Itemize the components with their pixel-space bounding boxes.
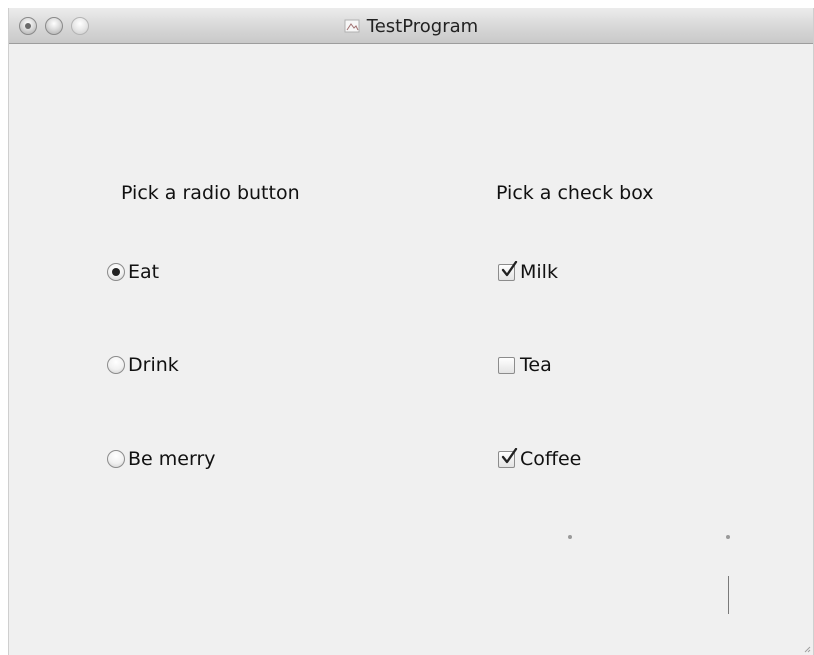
tiny-dot-marker — [568, 535, 572, 539]
radio-drink-label: Drink — [128, 354, 179, 376]
checkmark-icon — [501, 447, 518, 463]
radio-be-merry-label: Be merry — [128, 448, 216, 470]
radio-be-merry[interactable]: Be merry — [107, 448, 216, 470]
checkbox-milk[interactable]: Milk — [498, 260, 558, 283]
checkbox-coffee-label: Coffee — [520, 448, 582, 470]
app-window: TestProgram Pick a radio button Pick a c… — [8, 8, 814, 655]
checkbox-unchecked-icon[interactable] — [498, 356, 515, 374]
app-icon — [344, 19, 360, 33]
radio-unselected-icon[interactable] — [107, 356, 125, 374]
window-title: TestProgram — [9, 8, 813, 44]
title-bar[interactable]: TestProgram — [9, 8, 813, 44]
minimize-window-icon[interactable] — [45, 17, 63, 35]
checkbox-milk-label: Milk — [520, 261, 558, 283]
radio-eat-label: Eat — [128, 261, 160, 283]
close-window-icon[interactable] — [19, 17, 37, 35]
resize-grip-icon[interactable] — [804, 646, 811, 653]
checkbox-coffee[interactable]: Coffee — [498, 447, 582, 470]
checkmark-icon — [501, 260, 518, 276]
checkbox-tea[interactable]: Tea — [498, 354, 552, 376]
radio-drink[interactable]: Drink — [107, 354, 179, 376]
vertical-line — [728, 576, 729, 614]
radio-selected-icon[interactable] — [107, 263, 125, 281]
zoom-window-icon[interactable] — [71, 17, 89, 35]
radio-unselected-icon[interactable] — [107, 450, 125, 468]
radio-eat[interactable]: Eat — [107, 261, 159, 283]
window-title-text: TestProgram — [366, 15, 479, 37]
checkbox-group-label: Pick a check box — [496, 182, 654, 204]
checkbox-checked-icon[interactable] — [498, 260, 518, 281]
checkbox-tea-label: Tea — [520, 354, 552, 376]
checkbox-checked-icon[interactable] — [498, 447, 518, 468]
radio-group-label: Pick a radio button — [121, 182, 300, 204]
tiny-dot-marker — [726, 535, 730, 539]
